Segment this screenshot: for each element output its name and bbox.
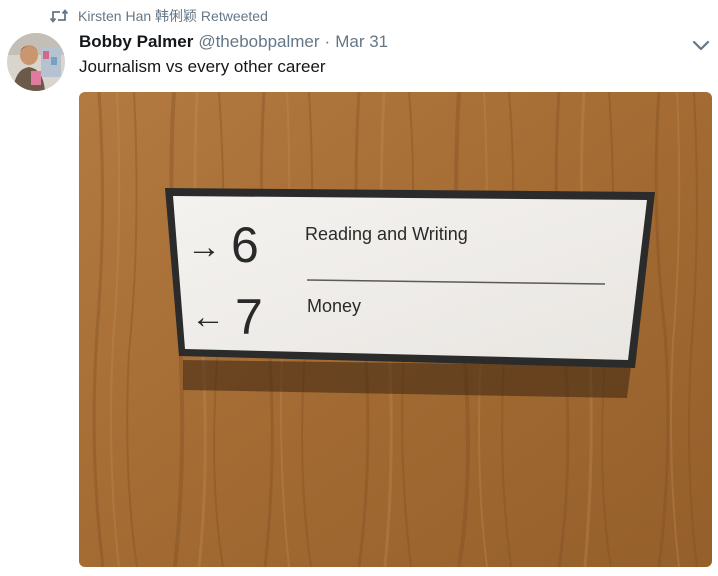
arrow-left-icon: ←	[191, 298, 225, 336]
retweet-icon	[50, 9, 68, 23]
retweet-context[interactable]: Kirsten Han 韩俐颖 Retweeted	[50, 6, 268, 26]
chevron-down-icon	[692, 40, 710, 51]
more-options-button[interactable]	[690, 36, 712, 54]
separator-dot: ·	[324, 32, 331, 51]
author-name[interactable]: Bobby Palmer	[79, 32, 193, 52]
author-handle[interactable]: @thebobpalmer	[198, 32, 319, 52]
sign-number-7: 7	[235, 289, 263, 345]
sign-label-reading: Reading and Writing	[305, 224, 468, 244]
tweet-header: Bobby Palmer @thebobpalmer · Mar 31	[79, 31, 388, 53]
tweet-text: Journalism vs every other career	[79, 57, 326, 76]
tweet-date[interactable]: Mar 31	[335, 32, 388, 52]
tweet-photo[interactable]: → 6 Reading and Writing ← 7 Money	[79, 92, 712, 567]
arrow-right-icon: →	[187, 228, 221, 266]
sign-label-money: Money	[307, 296, 361, 316]
retweet-label: Kirsten Han 韩俐颖 Retweeted	[78, 8, 268, 24]
avatar[interactable]	[7, 33, 65, 91]
sign-number-6: 6	[231, 217, 259, 273]
